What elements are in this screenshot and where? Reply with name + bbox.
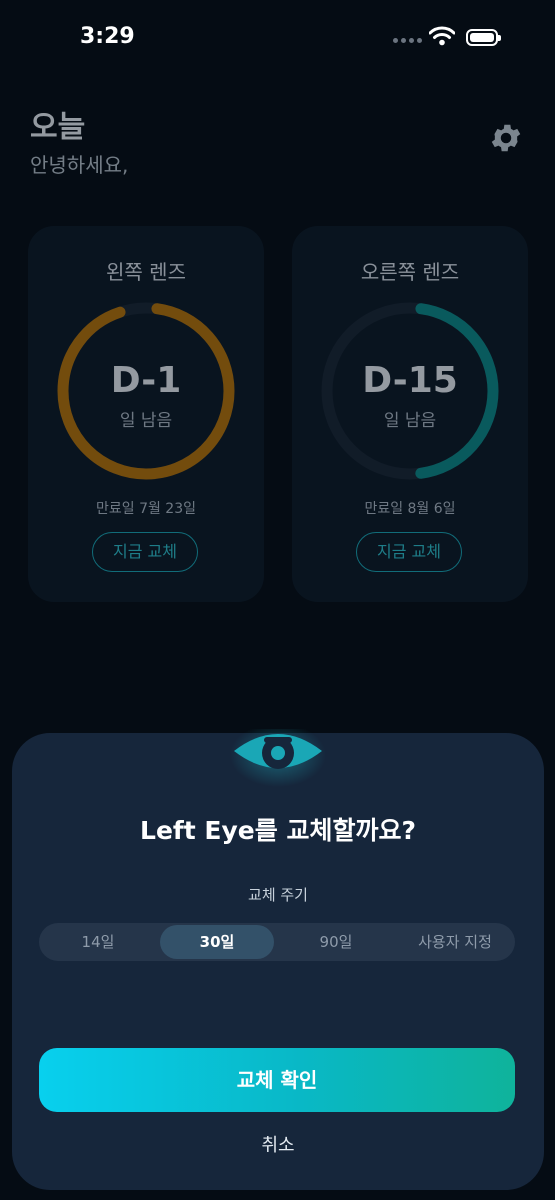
signal-icon <box>393 38 422 43</box>
right-lens-expiry: 만료일 8월 6일 <box>364 501 456 517</box>
left-lens-card: 왼쪽 렌즈 D-1 일 남음 만료일 7월 23일 지금 교체 <box>28 226 264 602</box>
cycle-segmented-control: 14일 30일 90일 사용자 지정 <box>39 923 515 961</box>
page-title: 오늘 <box>30 110 86 145</box>
right-lens-title: 오른쪽 렌즈 <box>360 260 460 284</box>
cancel-button[interactable]: 취소 <box>12 1131 544 1157</box>
left-lens-expiry: 만료일 7월 23일 <box>95 501 197 517</box>
right-lens-countdown: D-15 <box>362 360 458 401</box>
right-lens-card: 오른쪽 렌즈 D-15 일 남음 만료일 8월 6일 지금 교체 <box>292 226 528 602</box>
cycle-option-30[interactable]: 30일 <box>160 925 274 959</box>
greeting-text: 안녕하세요, <box>30 153 129 177</box>
gear-icon[interactable] <box>488 120 524 156</box>
status-time: 3:29 <box>80 24 135 49</box>
sheet-title: Left Eye를 교체할까요? <box>140 816 416 845</box>
right-replace-now-button[interactable]: 지금 교체 <box>356 532 462 572</box>
cycle-option-14[interactable]: 14일 <box>41 925 155 959</box>
left-lens-countdown: D-1 <box>110 360 182 401</box>
status-bar: 3:29 <box>0 0 555 80</box>
cycle-option-90[interactable]: 90일 <box>279 925 393 959</box>
confirm-replace-button[interactable]: 교체 확인 <box>39 1048 515 1112</box>
replace-bottom-sheet: Left Eye를 교체할까요? 교체 주기 14일 30일 90일 사용자 지… <box>12 729 544 1190</box>
eye-icon <box>230 729 326 787</box>
right-lens-remaining-label: 일 남음 <box>383 411 437 431</box>
left-lens-remaining-label: 일 남음 <box>119 411 173 431</box>
cycle-option-custom[interactable]: 사용자 지정 <box>398 925 512 959</box>
left-lens-title: 왼쪽 렌즈 <box>106 260 186 284</box>
replacement-cycle-label: 교체 주기 <box>248 886 308 904</box>
left-replace-now-button[interactable]: 지금 교체 <box>92 532 198 572</box>
battery-icon <box>466 29 501 46</box>
wifi-icon <box>429 26 455 46</box>
